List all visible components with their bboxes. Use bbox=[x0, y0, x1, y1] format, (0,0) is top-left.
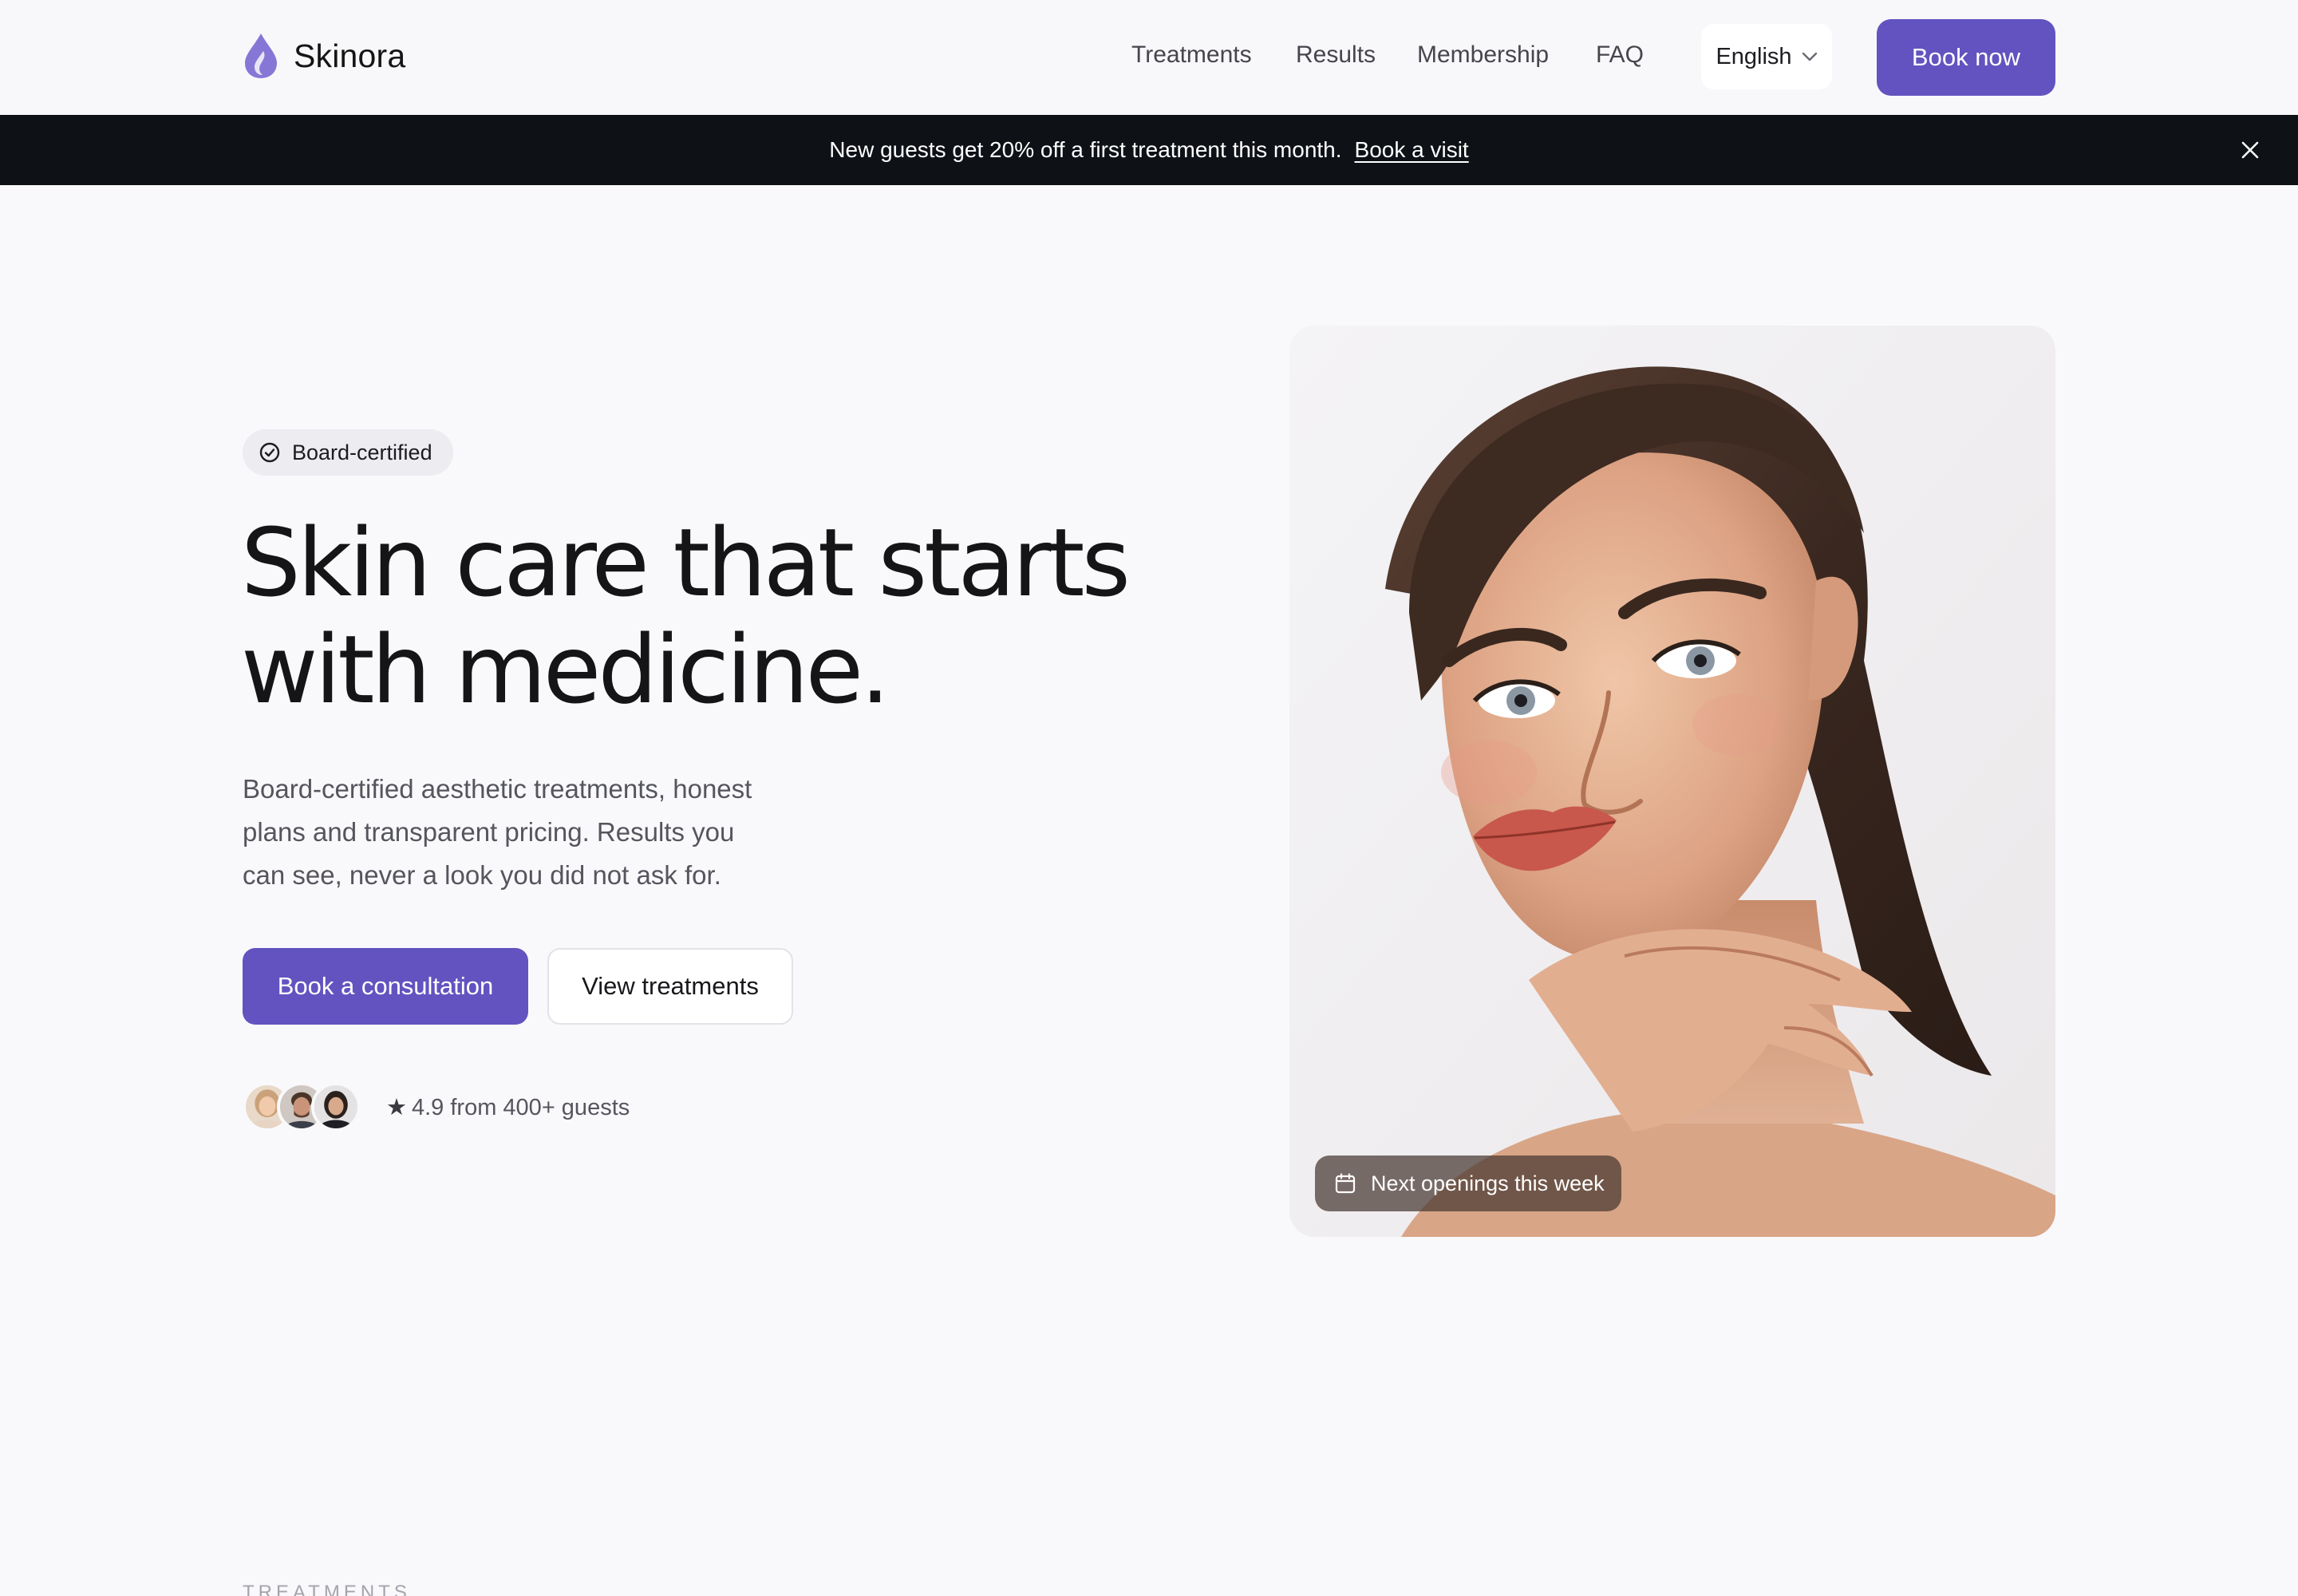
social-proof: ★ 4.9 from 400+ guests bbox=[243, 1082, 630, 1132]
book-consultation-button[interactable]: Book a consultation bbox=[243, 948, 528, 1025]
hero-headline-line-1: Skin care that starts bbox=[241, 508, 1131, 618]
hero-photo-card: Next openings this week bbox=[1289, 326, 2055, 1237]
availability-text: Next openings this week bbox=[1371, 1171, 1605, 1195]
nav-link-results[interactable]: Results bbox=[1296, 41, 1376, 69]
avatar bbox=[311, 1082, 361, 1132]
brand-name: Skinora bbox=[294, 37, 406, 74]
droplet-logo-icon bbox=[245, 34, 277, 78]
announcement-link[interactable]: Book a visit bbox=[1355, 137, 1469, 163]
nav-link-treatments[interactable]: Treatments bbox=[1131, 41, 1252, 69]
site-header: Skinora Treatments Results Membership FA… bbox=[0, 0, 2298, 115]
language-select[interactable]: English bbox=[1701, 24, 1832, 89]
star-icon: ★ bbox=[386, 1094, 407, 1120]
book-now-button[interactable]: Book now bbox=[1877, 19, 2055, 96]
guest-avatars bbox=[243, 1082, 361, 1132]
badge-label: Board-certified bbox=[292, 440, 432, 464]
brand-logo[interactable]: Skinora bbox=[243, 32, 405, 80]
section-label-treatments: TREATMENTS bbox=[243, 1582, 411, 1596]
chevron-down-icon bbox=[1802, 52, 1817, 61]
nav-link-membership[interactable]: Membership bbox=[1417, 41, 1549, 69]
rating-text: 4.9 from 400+ guests bbox=[412, 1094, 630, 1120]
hero-description: Board-certified aesthetic treatments, ho… bbox=[243, 768, 817, 897]
view-treatments-button[interactable]: View treatments bbox=[547, 948, 793, 1025]
language-select-value: English bbox=[1716, 43, 1792, 69]
hero-headline: Skin care that starts with medicine. bbox=[241, 509, 1198, 723]
nav-link-faq[interactable]: FAQ bbox=[1596, 41, 1644, 69]
check-circle-icon bbox=[259, 442, 280, 463]
close-icon[interactable] bbox=[2239, 139, 2261, 161]
announcement-bar: New guests get 20% off a first treatment… bbox=[0, 115, 2298, 185]
calendar-icon bbox=[1335, 1173, 1356, 1194]
hero-portrait-image bbox=[1289, 326, 2055, 1237]
certification-badge: Board-certified bbox=[243, 429, 453, 476]
hero-headline-line-2: with medicine. bbox=[241, 614, 890, 725]
hero-description-line-3: can see, never a look you did not ask fo… bbox=[243, 860, 721, 890]
hero-description-line-2: plans and transparent pricing. Results y… bbox=[243, 817, 735, 847]
availability-chip[interactable]: Next openings this week bbox=[1315, 1156, 1621, 1211]
hero-description-line-1: Board-certified aesthetic treatments, ho… bbox=[243, 774, 752, 804]
announcement-text: New guests get 20% off a first treatment… bbox=[829, 137, 1342, 162]
rating-summary: ★ 4.9 from 400+ guests bbox=[386, 1093, 630, 1121]
